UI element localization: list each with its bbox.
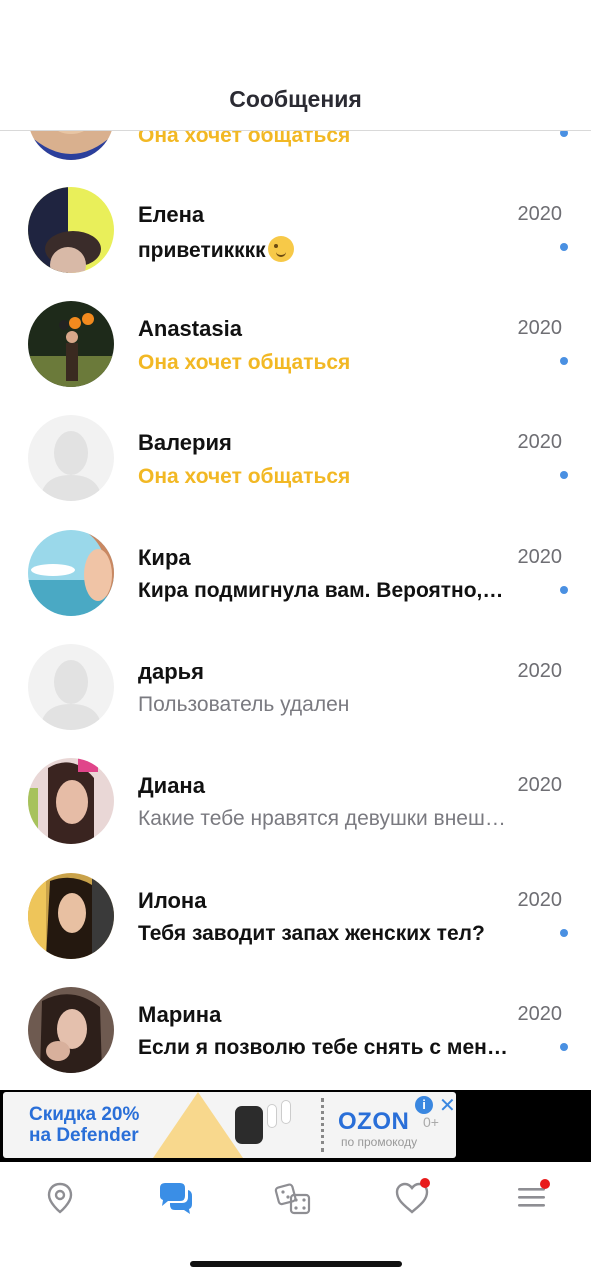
map-pin-icon (47, 1182, 73, 1214)
message-preview: Пользователь удален (138, 693, 350, 716)
contact-name: дарья (138, 659, 204, 684)
avatar (28, 301, 114, 387)
ad-subtext: по промокоду (341, 1135, 418, 1149)
avatar (28, 415, 114, 501)
contact-name: Anastasia (138, 316, 242, 341)
tab-menu[interactable] (512, 1178, 552, 1218)
ad-divider (321, 1098, 327, 1152)
earbuds-image (265, 1100, 295, 1140)
page-title: Сообщения (229, 86, 362, 112)
unread-dot (560, 1043, 568, 1051)
avatar (28, 987, 114, 1073)
tab-likes[interactable] (392, 1178, 432, 1218)
conversation-row[interactable]: Диана 2020 Какие тебе нравятся девушки в… (0, 758, 591, 872)
conversation-list[interactable]: Она хочет общаться Елена 2020 приветиккк… (0, 0, 591, 1090)
contact-name: Илона (138, 888, 207, 913)
unread-dot (560, 471, 568, 479)
winking-face-emoji (267, 236, 294, 262)
contact-name: Марина (138, 1002, 222, 1027)
message-date: 2020 (517, 889, 563, 911)
message-date: 2020 (517, 1003, 563, 1025)
message-preview: приветикккк (138, 236, 508, 263)
message-preview: Кира подмигнула вам. Вероятно, вы ей пон… (138, 579, 508, 602)
message-preview: Тебя заводит запах женских тел? (138, 922, 485, 945)
message-text: приветикккк (138, 239, 266, 262)
contact-name: Валерия (138, 430, 232, 455)
conversation-row[interactable]: Валерия 2020 Она хочет общаться (0, 415, 591, 529)
ad-card[interactable]: Скидка 20% на Defender OZON 0+ по промок… (3, 1092, 456, 1158)
conversation-row[interactable]: Илона 2020 Тебя заводит запах женских те… (0, 873, 591, 987)
message-date: 2020 (517, 317, 563, 339)
earbuds-case-image (235, 1106, 263, 1144)
conversation-row[interactable]: Марина 2020 Если я позволю тебе снять с … (0, 987, 591, 1090)
message-preview: Она хочет общаться (138, 351, 351, 374)
message-date: 2020 (517, 203, 563, 225)
header: Сообщения (0, 0, 591, 131)
avatar (28, 187, 114, 273)
message-date: 2020 (517, 660, 563, 682)
ad-headline-line2: на Defender (29, 1125, 139, 1146)
ad-age-rating: 0+ (423, 1114, 439, 1130)
ad-headline: Скидка 20% на Defender (29, 1104, 139, 1146)
conversation-row[interactable]: Елена 2020 приветикккк (0, 187, 591, 301)
message-preview: Какие тебе нравятся девушки внешне? (138, 807, 508, 830)
message-date: 2020 (517, 774, 563, 796)
unread-dot (560, 586, 568, 594)
message-preview: Она хочет общаться (138, 465, 351, 488)
tab-map[interactable] (40, 1178, 80, 1218)
ad-close-icon[interactable]: ✕ (439, 1093, 456, 1118)
message-date: 2020 (517, 431, 563, 453)
contact-name: Диана (138, 773, 205, 798)
dice-icon (274, 1183, 311, 1215)
unread-dot (560, 357, 568, 365)
avatar (28, 644, 114, 730)
tab-messages[interactable] (156, 1178, 196, 1218)
ad-banner[interactable]: Скидка 20% на Defender OZON 0+ по промок… (0, 1090, 591, 1162)
avatar (28, 873, 114, 959)
ad-headline-line1: Скидка 20% (29, 1104, 140, 1125)
ad-brand: OZON (338, 1108, 410, 1135)
message-date: 2020 (517, 546, 563, 568)
tab-bar (0, 1162, 591, 1280)
tab-games[interactable] (274, 1178, 314, 1218)
conversation-row[interactable]: Anastasia 2020 Она хочет общаться (0, 301, 591, 415)
chat-bubbles-icon (160, 1183, 192, 1214)
home-indicator (190, 1261, 402, 1267)
contact-name: Елена (138, 202, 205, 227)
message-preview: Если я позволю тебе снять с меня что-ниб… (138, 1036, 508, 1059)
ad-info-icon[interactable]: i (415, 1096, 433, 1114)
conversation-row[interactable]: Кира 2020 Кира подмигнула вам. Вероятно,… (0, 530, 591, 644)
notification-badge (540, 1179, 550, 1189)
unread-dot (560, 243, 568, 251)
avatar (28, 530, 114, 616)
unread-dot (560, 929, 568, 937)
contact-name: Кира (138, 545, 191, 570)
avatar (28, 758, 114, 844)
ad-burst-shape (153, 1092, 243, 1158)
conversation-row[interactable]: дарья 2020 Пользователь удален (0, 644, 591, 758)
notification-badge (420, 1178, 430, 1188)
